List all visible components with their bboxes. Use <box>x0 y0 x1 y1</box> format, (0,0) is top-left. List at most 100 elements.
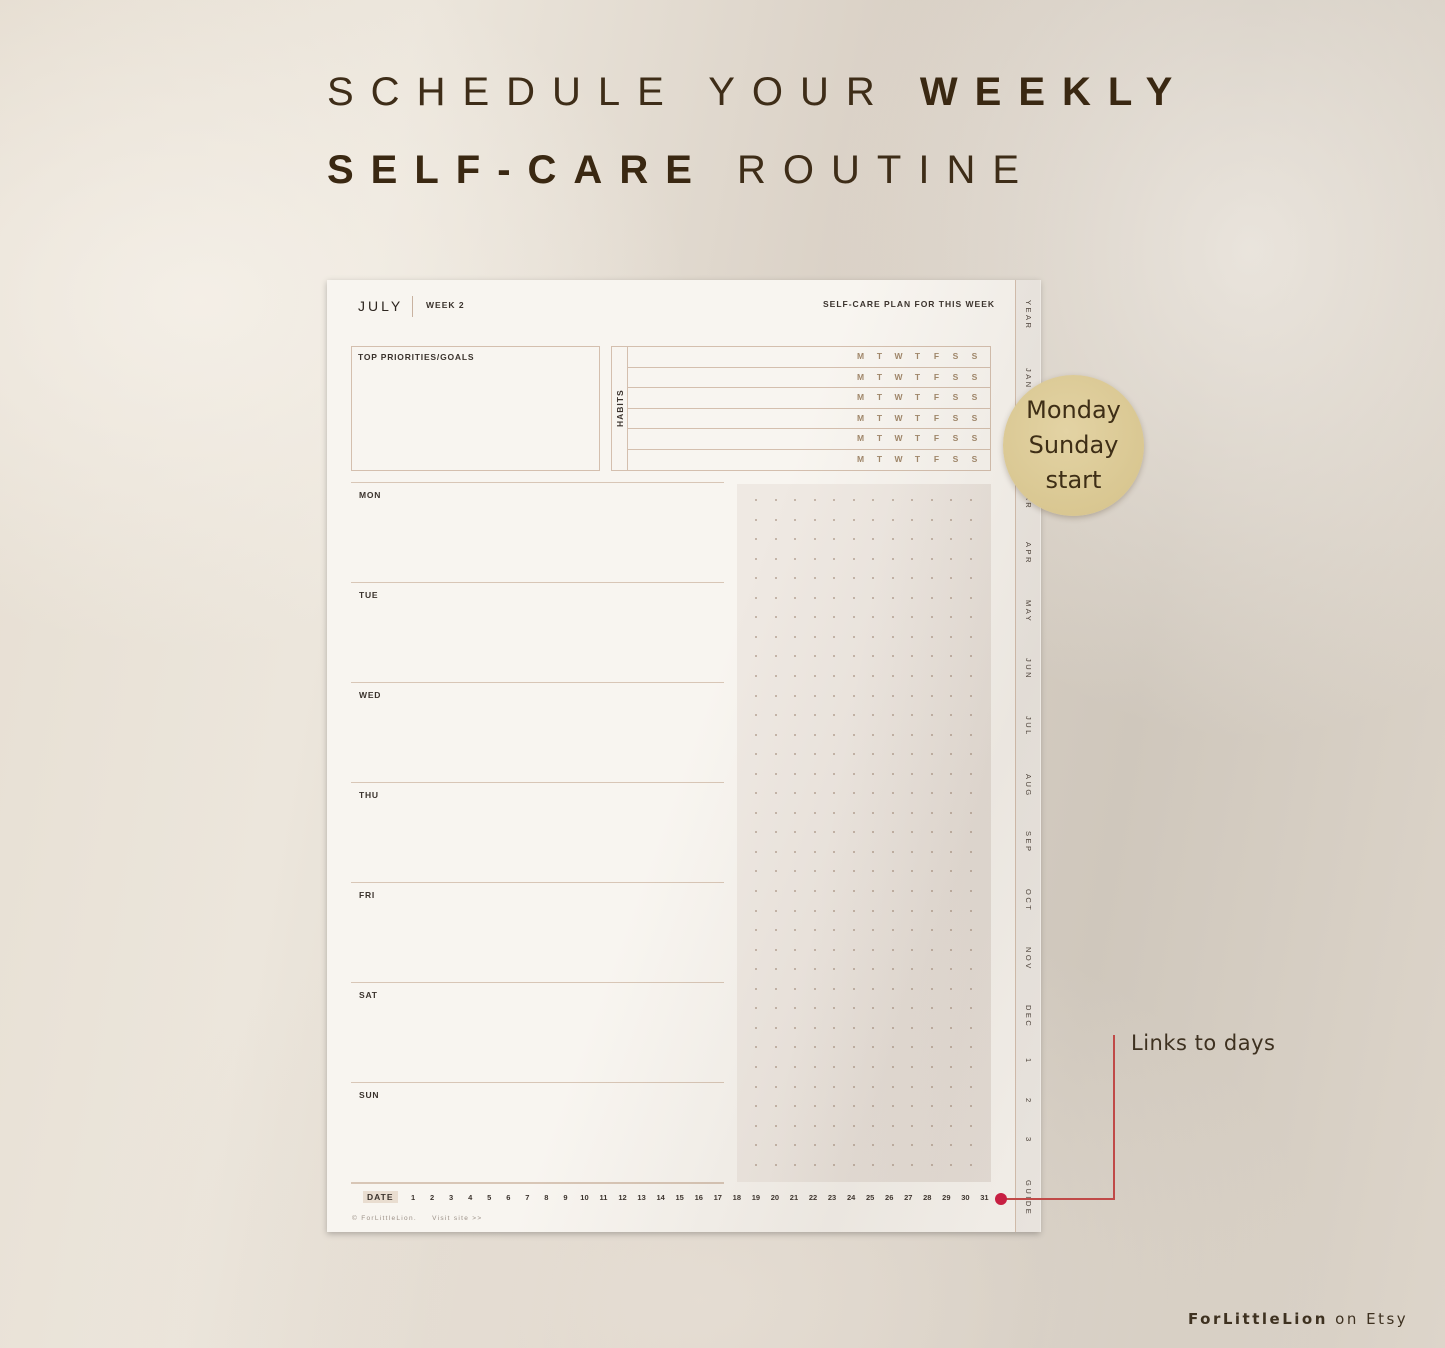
side-tab[interactable]: NOV <box>1024 947 1033 971</box>
day-section[interactable]: TUE <box>351 582 724 682</box>
date-link[interactable]: 6 <box>499 1193 518 1202</box>
habit-day-check[interactable]: F <box>927 454 946 464</box>
habit-day-check[interactable]: W <box>889 372 908 382</box>
dot-grid-notes[interactable] <box>737 484 991 1182</box>
date-link[interactable]: 7 <box>518 1193 537 1202</box>
habit-day-check[interactable]: T <box>908 413 927 423</box>
habit-day-check[interactable]: S <box>965 372 984 382</box>
visit-site-link[interactable]: Visit site >> <box>432 1215 482 1222</box>
date-link[interactable]: 14 <box>651 1193 670 1202</box>
date-link[interactable]: 18 <box>727 1193 746 1202</box>
goals-box[interactable]: TOP PRIORITIES/GOALS <box>351 346 600 471</box>
date-link[interactable]: 25 <box>861 1193 880 1202</box>
habit-day-check[interactable]: T <box>908 433 927 443</box>
habit-day-check[interactable]: F <box>927 433 946 443</box>
side-tab[interactable]: 1 <box>1024 1058 1033 1065</box>
habit-day-check[interactable]: T <box>908 454 927 464</box>
date-link[interactable]: 17 <box>708 1193 727 1202</box>
habit-day-check[interactable]: T <box>870 433 889 443</box>
habit-row[interactable]: MTWTFSS <box>628 429 990 450</box>
day-section[interactable]: FRI <box>351 882 724 982</box>
month-title[interactable]: JULY <box>358 298 403 314</box>
habit-row[interactable]: MTWTFSS <box>628 409 990 429</box>
habit-day-check[interactable]: T <box>908 372 927 382</box>
habit-day-check[interactable]: T <box>870 392 889 402</box>
side-tab[interactable]: OCT <box>1024 889 1033 912</box>
date-link[interactable]: 29 <box>937 1193 956 1202</box>
habit-day-check[interactable]: M <box>851 372 870 382</box>
habit-day-check[interactable]: F <box>927 351 946 361</box>
side-tab[interactable]: JUL <box>1024 716 1033 737</box>
side-tab[interactable]: MAY <box>1024 600 1033 623</box>
date-link[interactable]: 31 <box>975 1193 994 1202</box>
side-tab[interactable]: YEAR <box>1024 300 1033 330</box>
habit-day-check[interactable]: W <box>889 351 908 361</box>
habit-day-check[interactable]: T <box>870 413 889 423</box>
habit-day-check[interactable]: T <box>908 351 927 361</box>
side-tab[interactable]: 2 <box>1024 1098 1033 1105</box>
date-link[interactable]: 16 <box>689 1193 708 1202</box>
habit-day-check[interactable]: S <box>946 351 965 361</box>
habit-day-check[interactable]: T <box>870 372 889 382</box>
date-link[interactable]: 5 <box>480 1193 499 1202</box>
habit-day-check[interactable]: F <box>927 392 946 402</box>
date-link[interactable]: 3 <box>442 1193 461 1202</box>
date-link[interactable]: 26 <box>880 1193 899 1202</box>
date-link[interactable]: 22 <box>804 1193 823 1202</box>
habit-day-check[interactable]: M <box>851 392 870 402</box>
habit-day-check[interactable]: S <box>946 392 965 402</box>
habit-day-check[interactable]: S <box>946 454 965 464</box>
side-tab[interactable]: APR <box>1024 542 1033 565</box>
habit-day-check[interactable]: S <box>946 413 965 423</box>
habit-day-check[interactable]: W <box>889 433 908 443</box>
date-link[interactable]: 19 <box>746 1193 765 1202</box>
habit-day-check[interactable]: T <box>870 351 889 361</box>
habit-day-check[interactable]: S <box>965 433 984 443</box>
habit-day-check[interactable]: T <box>908 392 927 402</box>
day-section[interactable]: THU <box>351 782 724 882</box>
habit-day-check[interactable]: S <box>965 351 984 361</box>
side-tab[interactable]: DEC <box>1024 1005 1033 1028</box>
date-link[interactable]: 4 <box>461 1193 480 1202</box>
date-link[interactable]: 2 <box>423 1193 442 1202</box>
side-tab[interactable]: JAN <box>1024 368 1033 390</box>
date-link[interactable]: 1 <box>404 1193 423 1202</box>
habit-day-check[interactable]: F <box>927 413 946 423</box>
habit-day-check[interactable]: T <box>870 454 889 464</box>
habit-day-check[interactable]: W <box>889 454 908 464</box>
side-tab[interactable]: 3 <box>1024 1137 1033 1144</box>
date-link[interactable]: 13 <box>632 1193 651 1202</box>
date-link[interactable]: 30 <box>956 1193 975 1202</box>
date-link[interactable]: 15 <box>670 1193 689 1202</box>
habit-day-check[interactable]: M <box>851 454 870 464</box>
habit-day-check[interactable]: W <box>889 413 908 423</box>
habit-day-check[interactable]: M <box>851 433 870 443</box>
date-link[interactable]: 20 <box>765 1193 784 1202</box>
habit-day-check[interactable]: S <box>946 433 965 443</box>
date-link[interactable]: 21 <box>784 1193 803 1202</box>
day-section[interactable]: MON <box>351 482 724 582</box>
side-tab[interactable]: JUN <box>1024 658 1033 680</box>
date-link[interactable]: 12 <box>613 1193 632 1202</box>
date-link[interactable]: 27 <box>899 1193 918 1202</box>
habit-day-check[interactable]: S <box>965 392 984 402</box>
habit-row[interactable]: MTWTFSS <box>628 368 990 388</box>
habit-day-check[interactable]: S <box>965 454 984 464</box>
habit-row[interactable]: MTWTFSS <box>628 388 990 409</box>
side-tab[interactable]: AUG <box>1024 774 1033 798</box>
date-link[interactable]: 28 <box>918 1193 937 1202</box>
date-link[interactable]: 23 <box>823 1193 842 1202</box>
date-link[interactable]: 24 <box>842 1193 861 1202</box>
habit-day-check[interactable]: W <box>889 392 908 402</box>
date-link[interactable]: 10 <box>575 1193 594 1202</box>
habit-row[interactable]: MTWTFSS <box>628 347 990 368</box>
habit-day-check[interactable]: F <box>927 372 946 382</box>
habit-day-check[interactable]: M <box>851 351 870 361</box>
habit-day-check[interactable]: M <box>851 413 870 423</box>
habit-day-check[interactable]: S <box>946 372 965 382</box>
habit-row[interactable]: MTWTFSS <box>628 450 990 471</box>
date-link[interactable]: 9 <box>556 1193 575 1202</box>
day-section[interactable]: SUN <box>351 1082 724 1182</box>
day-section[interactable]: WED <box>351 682 724 782</box>
habit-day-check[interactable]: S <box>965 413 984 423</box>
